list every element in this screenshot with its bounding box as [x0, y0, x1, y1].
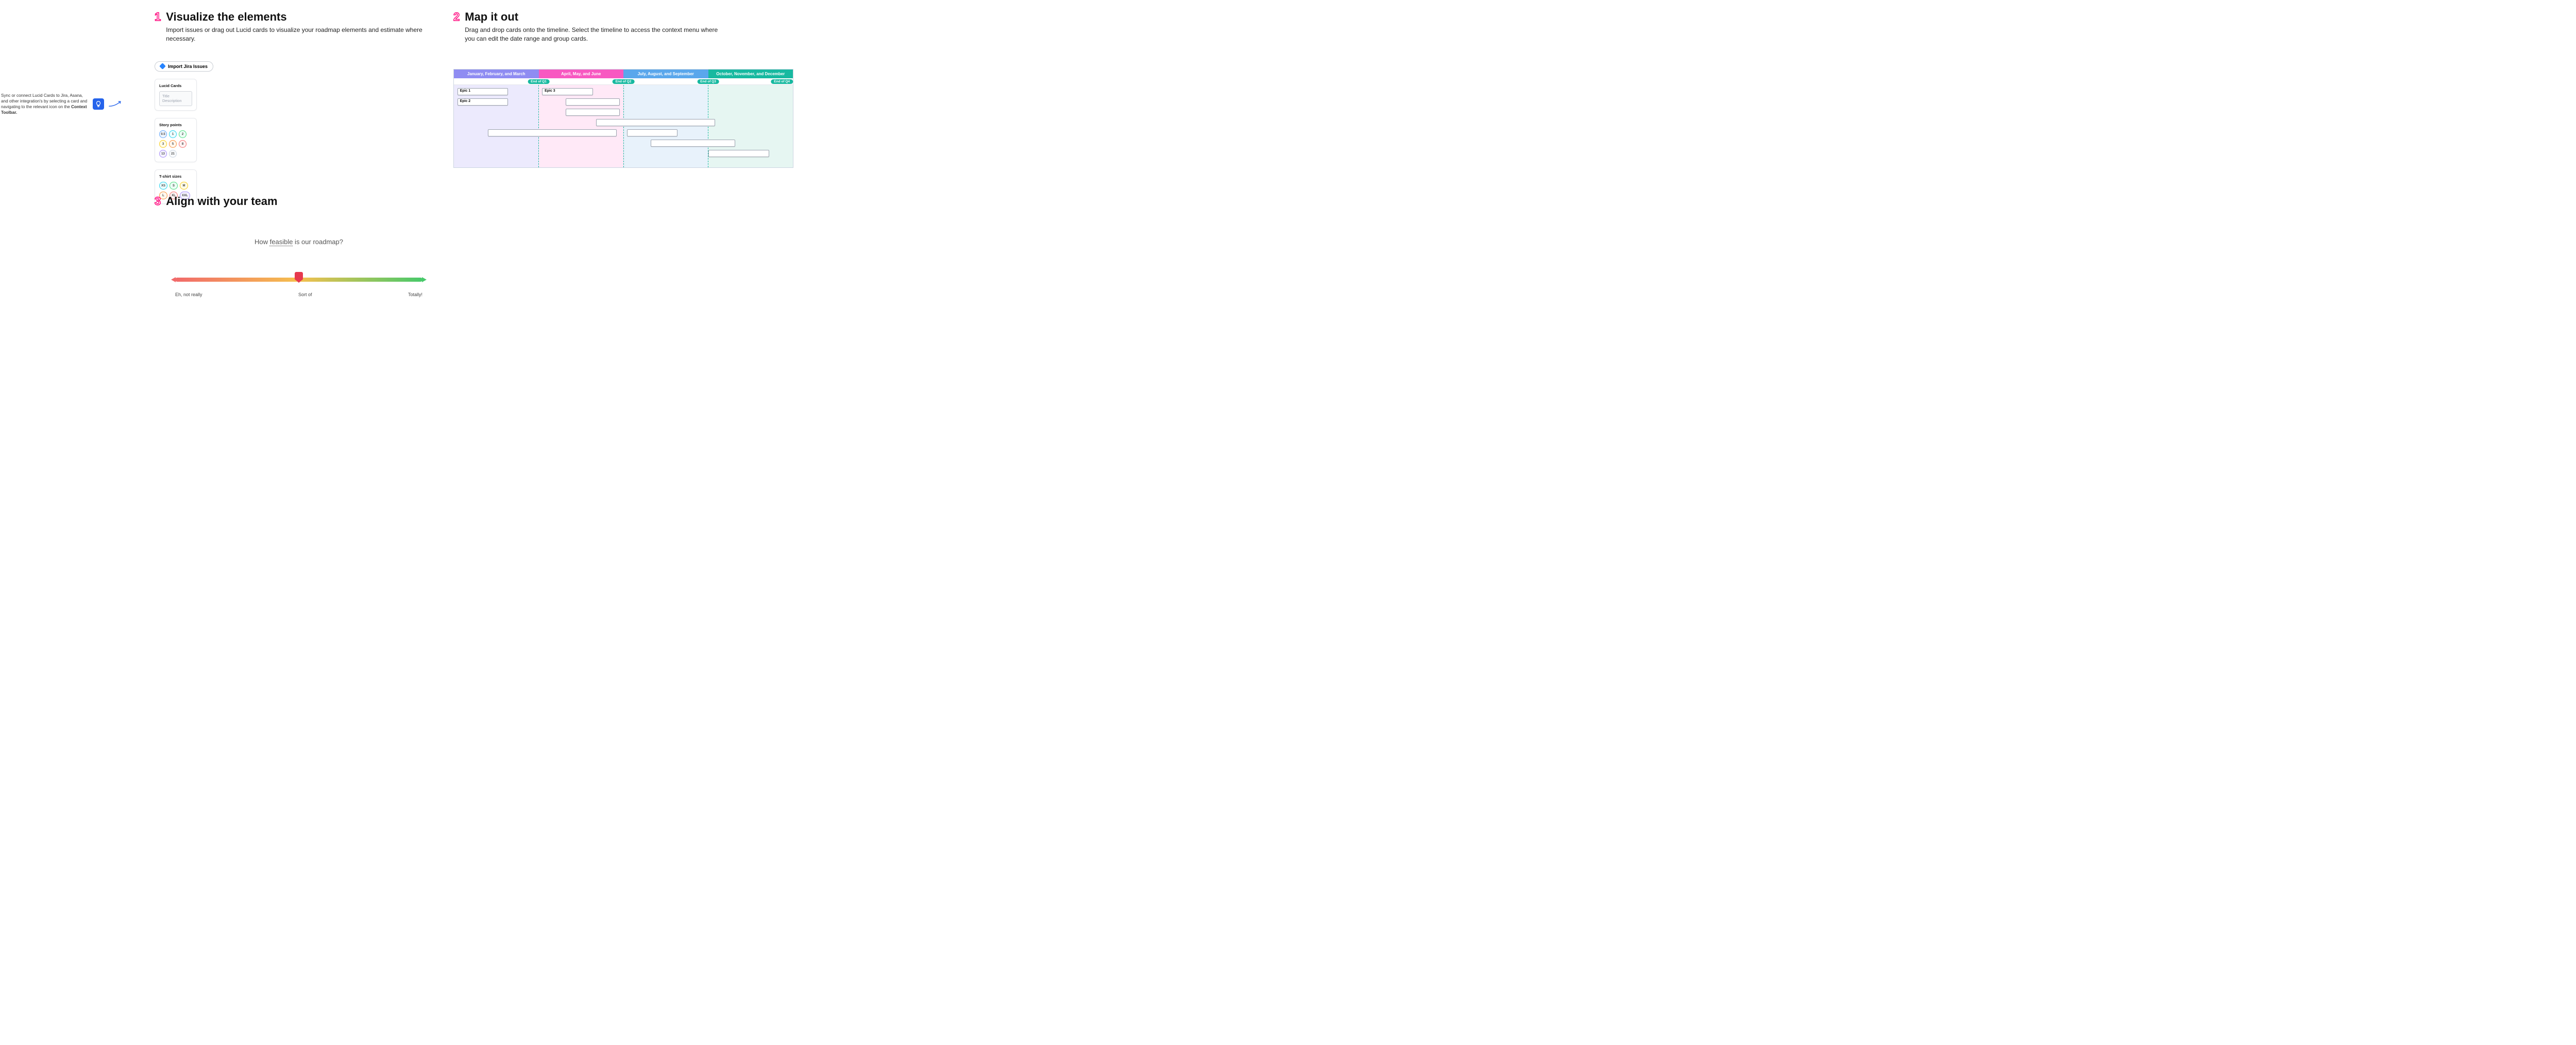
card-blank-1[interactable] [566, 98, 620, 106]
slider-labels: Eh, not really Sort of Totally! [175, 292, 422, 297]
card-blank-5[interactable] [627, 129, 678, 136]
q4-marker[interactable]: End of Q4 [771, 79, 793, 84]
slider-label-right: Totally! [408, 292, 422, 297]
lucid-cards-title: Lucid Cards [159, 83, 192, 88]
lightbulb-glyph [95, 100, 102, 108]
slider-arrow-left-icon [171, 277, 176, 282]
slider-label-mid: Sort of [298, 292, 312, 297]
timeline-body[interactable]: Epic 1 Epic 2 Epic 3 [454, 85, 793, 167]
slider-label-left: Eh, not really [175, 292, 202, 297]
q3-marker[interactable]: End of Q3 [697, 79, 719, 84]
card-epic-3[interactable]: Epic 3 [542, 88, 593, 95]
card-blank-3[interactable] [596, 119, 715, 126]
card-blank-6[interactable] [651, 140, 736, 147]
story-points-title: Story points [159, 123, 192, 127]
step-1-title: Visualize the elements [166, 10, 423, 24]
step-2-title: Map it out [465, 10, 722, 24]
tip-arrow-icon [108, 99, 123, 109]
timeline-lane-q2[interactable] [539, 85, 624, 167]
step-2-header: 2 Map it out Drag and drop cards onto th… [453, 10, 793, 43]
sp-chip-21[interactable]: 21 [169, 150, 177, 158]
step-1: 1 Visualize the elements Import issues o… [155, 10, 423, 204]
step-2-number: 2 [453, 10, 460, 24]
timeline-lane-q3[interactable] [624, 85, 709, 167]
slider-thumb[interactable] [295, 272, 303, 280]
ts-chip-m[interactable]: M [180, 182, 188, 190]
card-blank-7[interactable] [708, 150, 769, 157]
timeline-col-q3[interactable]: July, August, and September [623, 70, 708, 78]
timeline-col-q2[interactable]: April, May, and June [539, 70, 624, 78]
step-2: 2 Map it out Drag and drop cards onto th… [453, 10, 793, 168]
tshirt-title: T-shirt sizes [159, 174, 192, 179]
sp-chip-8[interactable]: 8 [179, 140, 187, 148]
sp-chip-0-5[interactable]: 0.5 [159, 130, 167, 138]
sync-tip-text: Sync or connect Lucid Cards to Jira, Asa… [1, 93, 89, 115]
card-epic-1[interactable]: Epic 1 [457, 88, 509, 95]
step-3-header: 3 Align with your team [155, 195, 443, 208]
step-3-number: 3 [155, 195, 161, 208]
sp-chip-1[interactable]: 1 [169, 130, 177, 138]
ts-chip-xs[interactable]: XS [159, 182, 167, 190]
feasibility-slider[interactable]: Eh, not really Sort of Totally! [175, 278, 422, 297]
card-blank-4[interactable] [488, 129, 617, 136]
step-3: 3 Align with your team How feasible is o… [155, 195, 443, 297]
timeline[interactable]: January, February, and March April, May,… [453, 69, 793, 168]
ts-chip-s[interactable]: S [170, 182, 178, 190]
q1-marker[interactable]: End of Q1 [528, 79, 550, 84]
q2-marker[interactable]: End of Q2 [613, 79, 635, 84]
sync-tip: Sync or connect Lucid Cards to Jira, Asa… [1, 93, 150, 115]
timeline-col-q1[interactable]: January, February, and March [454, 70, 539, 78]
step-1-number: 1 [155, 10, 161, 24]
step-3-title: Align with your team [166, 195, 277, 208]
step-1-header: 1 Visualize the elements Import issues o… [155, 10, 423, 43]
prompt-post: is our roadmap? [293, 238, 343, 246]
sp-chip-5[interactable]: 5 [169, 140, 177, 148]
sp-chip-13[interactable]: 13 [159, 150, 167, 158]
lucid-cards-panel[interactable]: Lucid Cards Title Description [155, 79, 197, 111]
import-jira-label: Import Jira Issues [168, 64, 208, 69]
slider-arrow-right-icon [422, 277, 427, 282]
sp-chip-3[interactable]: 3 [159, 140, 167, 148]
lightbulb-icon [93, 98, 104, 110]
prompt-underline: feasible [270, 238, 293, 246]
import-jira-button[interactable]: Import Jira Issues [155, 61, 213, 72]
jira-icon [159, 63, 166, 70]
timeline-header-row: January, February, and March April, May,… [454, 70, 793, 78]
prompt-pre: How [255, 238, 270, 246]
lucid-card-title-placeholder: Title [162, 94, 189, 99]
lucid-card-desc-placeholder: Description [162, 98, 189, 104]
feasibility-prompt: How feasible is our roadmap? [155, 238, 443, 246]
step-2-desc: Drag and drop cards onto the timeline. S… [465, 26, 722, 43]
sp-chip-2[interactable]: 2 [179, 130, 187, 138]
card-epic-2[interactable]: Epic 2 [457, 98, 509, 106]
timeline-lane-q1[interactable] [454, 85, 539, 167]
story-points-panel[interactable]: Story points 0.5 1 2 3 5 8 13 21 [155, 118, 197, 162]
lucid-card-template[interactable]: Title Description [159, 91, 192, 107]
card-blank-2[interactable] [566, 109, 620, 116]
timeline-marker-row: End of Q1 End of Q2 End of Q3 End of Q4 [454, 78, 793, 85]
timeline-col-q4[interactable]: October, November, and December [708, 70, 793, 78]
step-1-desc: Import issues or drag out Lucid cards to… [166, 26, 423, 43]
